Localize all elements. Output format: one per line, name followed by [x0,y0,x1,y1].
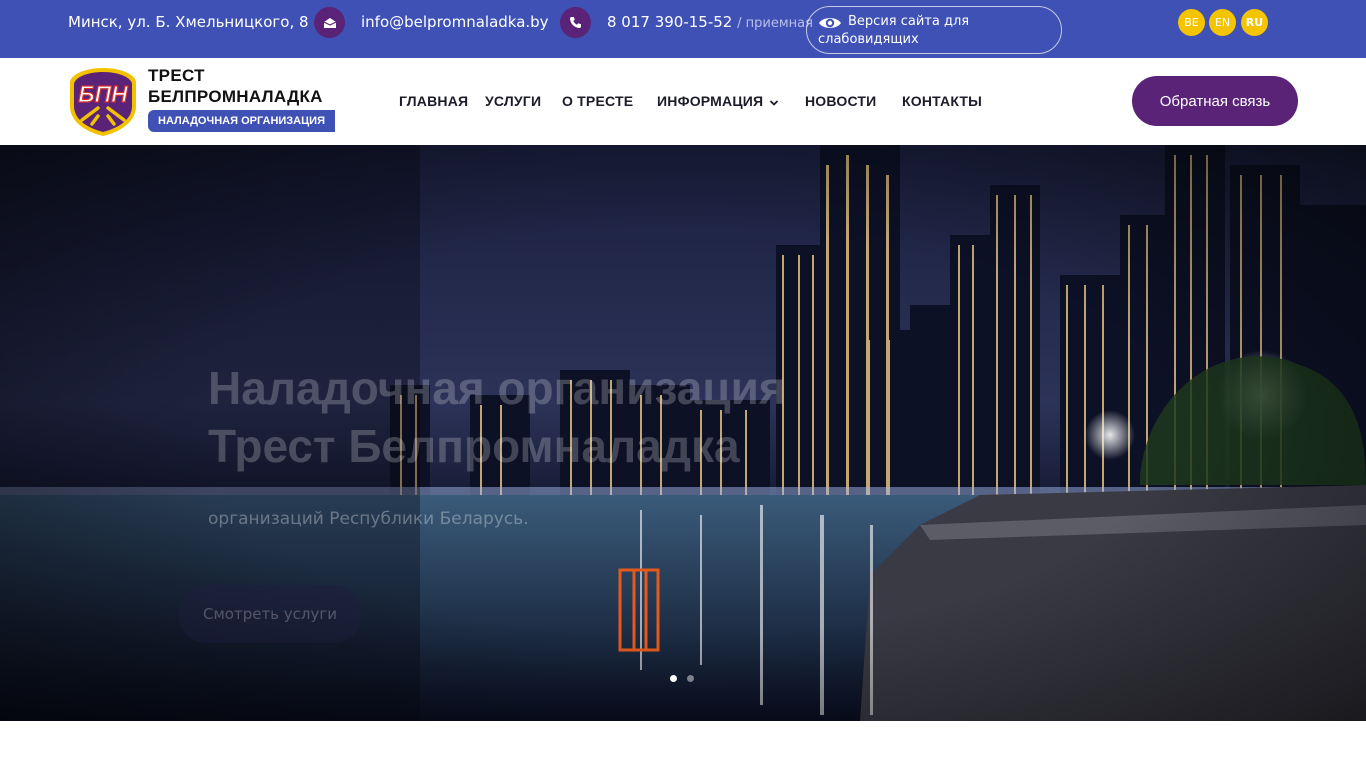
nav-item-info-label: ИНФОРМАЦИЯ [657,93,764,109]
brand-tagline: НАЛАДОЧНАЯ ОРГАНИЗАЦИЯ [148,110,335,132]
accessibility-version-button[interactable]: Версия сайта для слабовидящих [806,6,1062,54]
brand-line-1: ТРЕСТ [148,66,205,85]
email-link[interactable]: info@belpromnaladka.by [361,12,549,32]
phone-note: / приемная [737,16,813,31]
brand-line-2: БЕЛПРОМНАЛАДКА [148,87,323,106]
slider-dot-1[interactable] [670,675,677,682]
email-icon [314,7,345,38]
hero-title: Наладочная организация Трест Белпромнала… [208,359,786,475]
feedback-button[interactable]: Обратная связь [1132,76,1298,126]
site-logo[interactable]: БПН ТРЕСТ БЕЛПРОМНАЛАДКА НАЛАДОЧНАЯ ОРГА… [68,66,338,138]
accessibility-label: Версия сайта для слабовидящих [818,14,970,47]
nav-item-services[interactable]: УСЛУГИ [485,93,541,109]
nav-item-about[interactable]: О ТРЕСТЕ [562,93,633,109]
phone-number: 8 017 390-15-52 [607,13,733,31]
nav-item-home[interactable]: ГЛАВНАЯ [399,93,468,109]
address-text: Минск, ул. Б. Хмельницкого, 8 [68,13,309,31]
eye-icon [818,15,842,35]
site-header: БПН ТРЕСТ БЕЛПРОМНАЛАДКА НАЛАДОЧНАЯ ОРГА… [0,58,1366,145]
logo-emblem: БПН [70,68,136,136]
nav-item-info[interactable]: ИНФОРМАЦИЯ [657,93,779,110]
hero-subtitle: организаций Республики Беларусь. [208,509,529,529]
lang-ru-button[interactable]: RU [1241,9,1268,36]
hero-title-line-2: Трест Белпромналадка [208,420,740,472]
hero-title-line-1: Наладочная организация [208,362,786,414]
top-bar: Минск, ул. Б. Хмельницкого, 8 info@belpr… [0,0,1366,58]
lang-be-button[interactable]: BE [1178,9,1205,36]
nav-item-news[interactable]: НОВОСТИ [805,93,876,109]
view-services-button[interactable]: Смотреть услуги [178,585,362,643]
nav-item-contacts[interactable]: КОНТАКТЫ [902,93,982,109]
lang-en-button[interactable]: EN [1209,9,1236,36]
hero-slider: Наладочная организация Трест Белпромнала… [0,145,1366,721]
logo-letters: БПН [78,81,128,107]
phone-icon [560,7,591,38]
chevron-down-icon [769,94,779,110]
phone-link[interactable]: 8 017 390-15-52 / приемная [607,12,813,34]
slider-dot-2[interactable] [687,675,694,682]
